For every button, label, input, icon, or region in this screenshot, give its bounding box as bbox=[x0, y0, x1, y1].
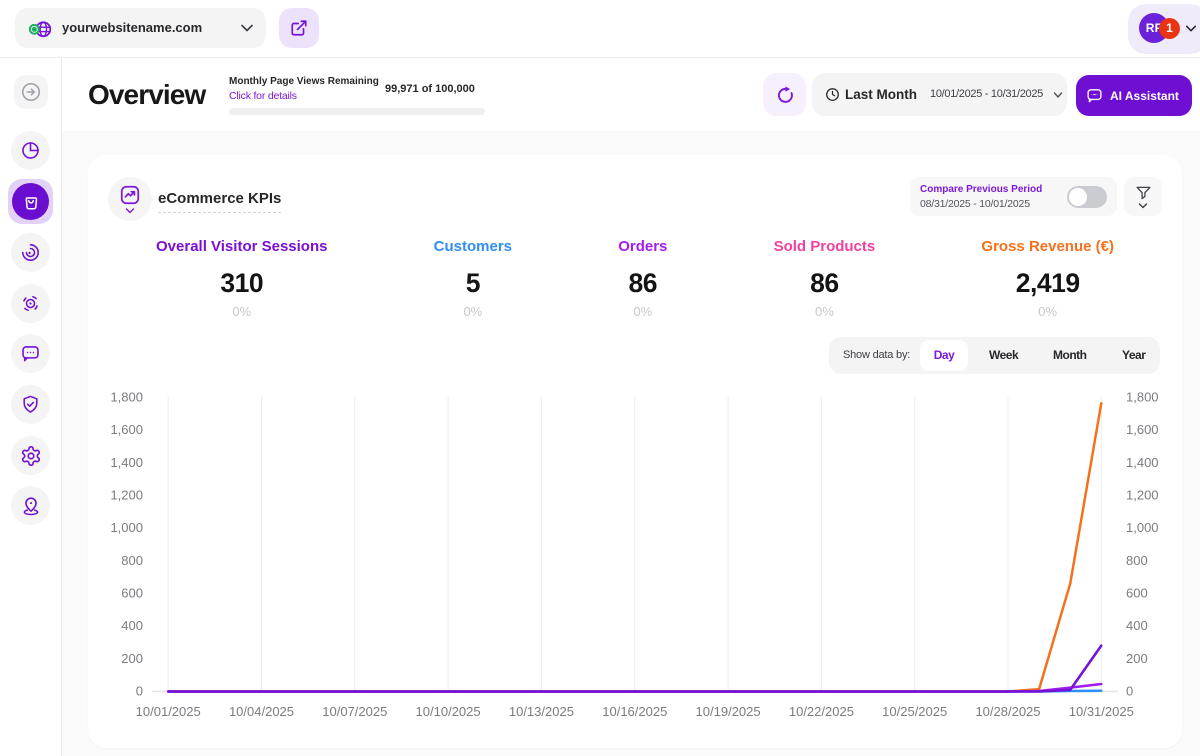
svg-text:0: 0 bbox=[136, 684, 143, 699]
svg-text:1,800: 1,800 bbox=[110, 390, 143, 405]
svg-text:600: 600 bbox=[1126, 586, 1148, 601]
svg-text:1,200: 1,200 bbox=[110, 488, 143, 503]
svg-text:800: 800 bbox=[1126, 553, 1148, 568]
svg-text:800: 800 bbox=[121, 553, 143, 568]
svg-text:10/22/2025: 10/22/2025 bbox=[789, 704, 854, 719]
svg-text:1,200: 1,200 bbox=[1126, 488, 1159, 503]
svg-text:10/31/2025: 10/31/2025 bbox=[1069, 704, 1134, 719]
svg-text:1,800: 1,800 bbox=[1126, 390, 1159, 405]
svg-text:200: 200 bbox=[1126, 651, 1148, 666]
svg-text:10/01/2025: 10/01/2025 bbox=[136, 704, 201, 719]
svg-text:10/28/2025: 10/28/2025 bbox=[975, 704, 1040, 719]
svg-text:1,000: 1,000 bbox=[110, 520, 143, 535]
svg-text:10/19/2025: 10/19/2025 bbox=[696, 704, 761, 719]
svg-text:200: 200 bbox=[121, 651, 143, 666]
svg-text:400: 400 bbox=[121, 618, 143, 633]
svg-text:1,400: 1,400 bbox=[1126, 455, 1159, 470]
svg-text:10/04/2025: 10/04/2025 bbox=[229, 704, 294, 719]
svg-text:10/07/2025: 10/07/2025 bbox=[322, 704, 387, 719]
svg-text:1,400: 1,400 bbox=[110, 455, 143, 470]
svg-text:1,600: 1,600 bbox=[1126, 422, 1159, 437]
svg-text:600: 600 bbox=[121, 586, 143, 601]
svg-text:1,000: 1,000 bbox=[1126, 520, 1159, 535]
svg-text:1,600: 1,600 bbox=[110, 422, 143, 437]
svg-text:10/25/2025: 10/25/2025 bbox=[882, 704, 947, 719]
svg-text:0: 0 bbox=[1126, 684, 1133, 699]
svg-text:400: 400 bbox=[1126, 618, 1148, 633]
svg-text:10/10/2025: 10/10/2025 bbox=[416, 704, 481, 719]
svg-text:10/13/2025: 10/13/2025 bbox=[509, 704, 574, 719]
svg-text:10/16/2025: 10/16/2025 bbox=[602, 704, 667, 719]
